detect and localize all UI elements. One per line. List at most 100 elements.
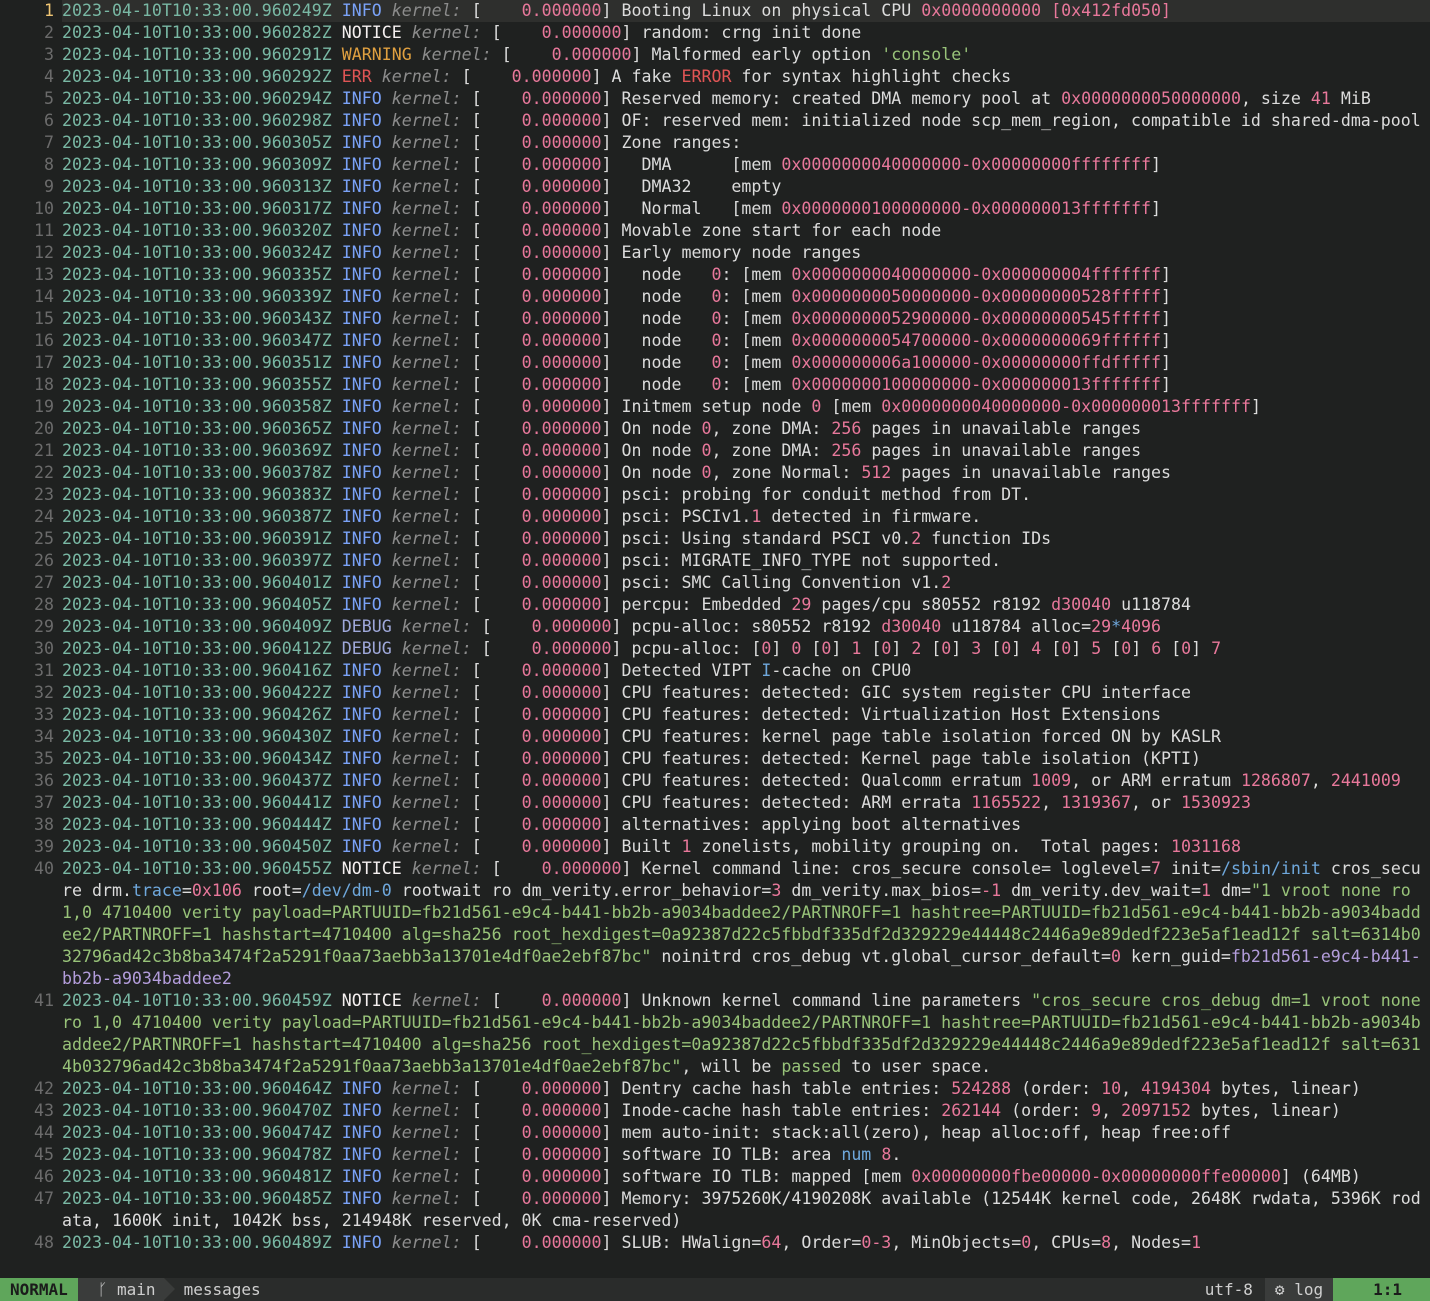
log-line[interactable]: 1 2023-04-10T10:33:00.960249Z INFO kernel…	[0, 0, 1430, 22]
log-segment	[382, 1101, 392, 1120]
log-segment: 0.000000	[521, 573, 602, 592]
log-line-text: 2023-04-10T10:33:00.960309Z INFO kernel:…	[62, 154, 1430, 176]
log-line[interactable]: 29 2023-04-10T10:33:00.960409Z DEBUG kern…	[0, 616, 1430, 638]
log-line[interactable]: 44 2023-04-10T10:33:00.960474Z INFO kerne…	[0, 1122, 1430, 1144]
line-number: 13	[34, 265, 54, 284]
log-line[interactable]: 41 2023-04-10T10:33:00.960459Z NOTICE ker…	[0, 990, 1430, 1078]
log-segment: 0.000000	[521, 1101, 602, 1120]
log-segment: [	[461, 155, 522, 174]
log-line-text: 2023-04-10T10:33:00.960478Z INFO kernel:…	[62, 1144, 1430, 1166]
log-line[interactable]: 37 2023-04-10T10:33:00.960441Z INFO kerne…	[0, 792, 1430, 814]
log-line[interactable]: 39 2023-04-10T10:33:00.960450Z INFO kerne…	[0, 836, 1430, 858]
log-line[interactable]: 12 2023-04-10T10:33:00.960324Z INFO kerne…	[0, 242, 1430, 264]
log-segment: kernel:	[391, 1079, 462, 1098]
log-line[interactable]: 16 2023-04-10T10:33:00.960347Z INFO kerne…	[0, 330, 1430, 352]
log-line[interactable]: 31 2023-04-10T10:33:00.960416Z INFO kerne…	[0, 660, 1430, 682]
log-line[interactable]: 9 2023-04-10T10:33:00.960313Z INFO kernel…	[0, 176, 1430, 198]
line-number: 48	[34, 1233, 54, 1252]
log-line[interactable]: 43 2023-04-10T10:33:00.960470Z INFO kerne…	[0, 1100, 1430, 1122]
line-number: 24	[34, 507, 54, 526]
log-segment	[332, 1189, 342, 1208]
log-segment: pages in unavailable ranges	[891, 463, 1172, 482]
log-segment: kernel:	[391, 837, 462, 856]
log-segment	[382, 397, 392, 416]
log-line[interactable]: 38 2023-04-10T10:33:00.960444Z INFO kerne…	[0, 814, 1430, 836]
log-segment: kernel:	[391, 595, 462, 614]
log-segment: 29	[791, 595, 812, 614]
log-line[interactable]: 14 2023-04-10T10:33:00.960339Z INFO kerne…	[0, 286, 1430, 308]
log-line[interactable]: 48 2023-04-10T10:33:00.960489Z INFO kerne…	[0, 1232, 1430, 1254]
log-segment: [	[461, 815, 522, 834]
log-segment: , CPUs=	[1031, 1233, 1102, 1252]
log-line[interactable]: 10 2023-04-10T10:33:00.960317Z INFO kerne…	[0, 198, 1430, 220]
log-line[interactable]: 26 2023-04-10T10:33:00.960397Z INFO kerne…	[0, 550, 1430, 572]
log-line[interactable]: 30 2023-04-10T10:33:00.960412Z DEBUG kern…	[0, 638, 1430, 660]
log-line[interactable]: 18 2023-04-10T10:33:00.960355Z INFO kerne…	[0, 374, 1430, 396]
log-line[interactable]: 21 2023-04-10T10:33:00.960369Z INFO kerne…	[0, 440, 1430, 462]
log-segment: -1	[981, 881, 1002, 900]
log-line[interactable]: 36 2023-04-10T10:33:00.960437Z INFO kerne…	[0, 770, 1430, 792]
log-line-text: 2023-04-10T10:33:00.960434Z INFO kernel:…	[62, 748, 1430, 770]
log-segment: kernel:	[391, 727, 462, 746]
log-segment: zonelists, mobility grouping on. Total p…	[691, 837, 1172, 856]
log-segment: ERR	[341, 67, 372, 86]
log-segment: INFO	[341, 1167, 382, 1186]
log-line[interactable]: 32 2023-04-10T10:33:00.960422Z INFO kerne…	[0, 682, 1430, 704]
log-line[interactable]: 20 2023-04-10T10:33:00.960365Z INFO kerne…	[0, 418, 1430, 440]
log-line[interactable]: 28 2023-04-10T10:33:00.960405Z INFO kerne…	[0, 594, 1430, 616]
log-line[interactable]: 13 2023-04-10T10:33:00.960335Z INFO kerne…	[0, 264, 1430, 286]
log-line[interactable]: 11 2023-04-10T10:33:00.960320Z INFO kerne…	[0, 220, 1430, 242]
log-line[interactable]: 46 2023-04-10T10:33:00.960481Z INFO kerne…	[0, 1166, 1430, 1188]
log-segment: ] Reserved memory: created DMA memory po…	[601, 89, 1062, 108]
log-segment: kernel:	[391, 111, 462, 130]
log-segment: 4096	[1121, 617, 1162, 636]
log-line[interactable]: 22 2023-04-10T10:33:00.960378Z INFO kerne…	[0, 462, 1430, 484]
log-segment: 2023-04-10T10:33:00.960481Z	[62, 1167, 332, 1186]
log-segment: passed	[781, 1057, 842, 1076]
log-viewer[interactable]: 1 2023-04-10T10:33:00.960249Z INFO kernel…	[0, 0, 1430, 1278]
log-segment: [	[461, 331, 522, 350]
log-segment: 2023-04-10T10:33:00.960489Z	[62, 1233, 332, 1252]
log-line[interactable]: 2 2023-04-10T10:33:00.960282Z NOTICE kern…	[0, 22, 1430, 44]
log-line[interactable]: 8 2023-04-10T10:33:00.960309Z INFO kernel…	[0, 154, 1430, 176]
log-line-text: 2023-04-10T10:33:00.960474Z INFO kernel:…	[62, 1122, 1430, 1144]
log-segment: ]	[1161, 331, 1172, 350]
log-segment: I	[761, 661, 772, 680]
log-line[interactable]: 47 2023-04-10T10:33:00.960485Z INFO kerne…	[0, 1188, 1430, 1232]
log-line[interactable]: 45 2023-04-10T10:33:00.960478Z INFO kerne…	[0, 1144, 1430, 1166]
line-number: 9	[44, 177, 54, 196]
log-line[interactable]: 7 2023-04-10T10:33:00.960305Z INFO kernel…	[0, 132, 1430, 154]
log-line[interactable]: 25 2023-04-10T10:33:00.960391Z INFO kerne…	[0, 528, 1430, 550]
line-number: 4	[44, 67, 54, 86]
log-segment: ]	[1161, 287, 1172, 306]
log-segment: ] software IO TLB: mapped [mem	[601, 1167, 912, 1186]
log-segment	[332, 221, 342, 240]
log-line[interactable]: 27 2023-04-10T10:33:00.960401Z INFO kerne…	[0, 572, 1430, 594]
log-line[interactable]: 4 2023-04-10T10:33:00.960292Z ERR kernel:…	[0, 66, 1430, 88]
log-line[interactable]: 6 2023-04-10T10:33:00.960298Z INFO kernel…	[0, 110, 1430, 132]
log-line[interactable]: 19 2023-04-10T10:33:00.960358Z INFO kerne…	[0, 396, 1430, 418]
log-line[interactable]: 33 2023-04-10T10:33:00.960426Z INFO kerne…	[0, 704, 1430, 726]
log-line[interactable]: 23 2023-04-10T10:33:00.960383Z INFO kerne…	[0, 484, 1430, 506]
log-segment: INFO	[341, 375, 382, 394]
log-segment: 0.000000	[521, 1233, 602, 1252]
log-line[interactable]: 3 2023-04-10T10:33:00.960291Z WARNING ker…	[0, 44, 1430, 66]
log-line[interactable]: 24 2023-04-10T10:33:00.960387Z INFO kerne…	[0, 506, 1430, 528]
log-segment: 0	[821, 639, 832, 658]
log-line[interactable]: 5 2023-04-10T10:33:00.960294Z INFO kernel…	[0, 88, 1430, 110]
log-segment: 0	[711, 375, 722, 394]
log-line[interactable]: 34 2023-04-10T10:33:00.960430Z INFO kerne…	[0, 726, 1430, 748]
log-segment: ] CPU features: kernel page table isolat…	[601, 727, 1221, 746]
log-segment: 7	[1151, 859, 1162, 878]
file-type: ⚙ log	[1264, 1278, 1334, 1301]
log-segment	[382, 1, 392, 20]
log-line[interactable]: 42 2023-04-10T10:33:00.960464Z INFO kerne…	[0, 1078, 1430, 1100]
log-segment: 2023-04-10T10:33:00.960474Z	[62, 1123, 332, 1142]
log-line[interactable]: 35 2023-04-10T10:33:00.960434Z INFO kerne…	[0, 748, 1430, 770]
log-line[interactable]: 15 2023-04-10T10:33:00.960343Z INFO kerne…	[0, 308, 1430, 330]
log-segment	[382, 1167, 392, 1186]
log-segment: 2023-04-10T10:33:00.960347Z	[62, 331, 332, 350]
log-segment	[382, 1145, 392, 1164]
log-line[interactable]: 17 2023-04-10T10:33:00.960351Z INFO kerne…	[0, 352, 1430, 374]
log-line[interactable]: 40 2023-04-10T10:33:00.960455Z NOTICE ker…	[0, 858, 1430, 990]
